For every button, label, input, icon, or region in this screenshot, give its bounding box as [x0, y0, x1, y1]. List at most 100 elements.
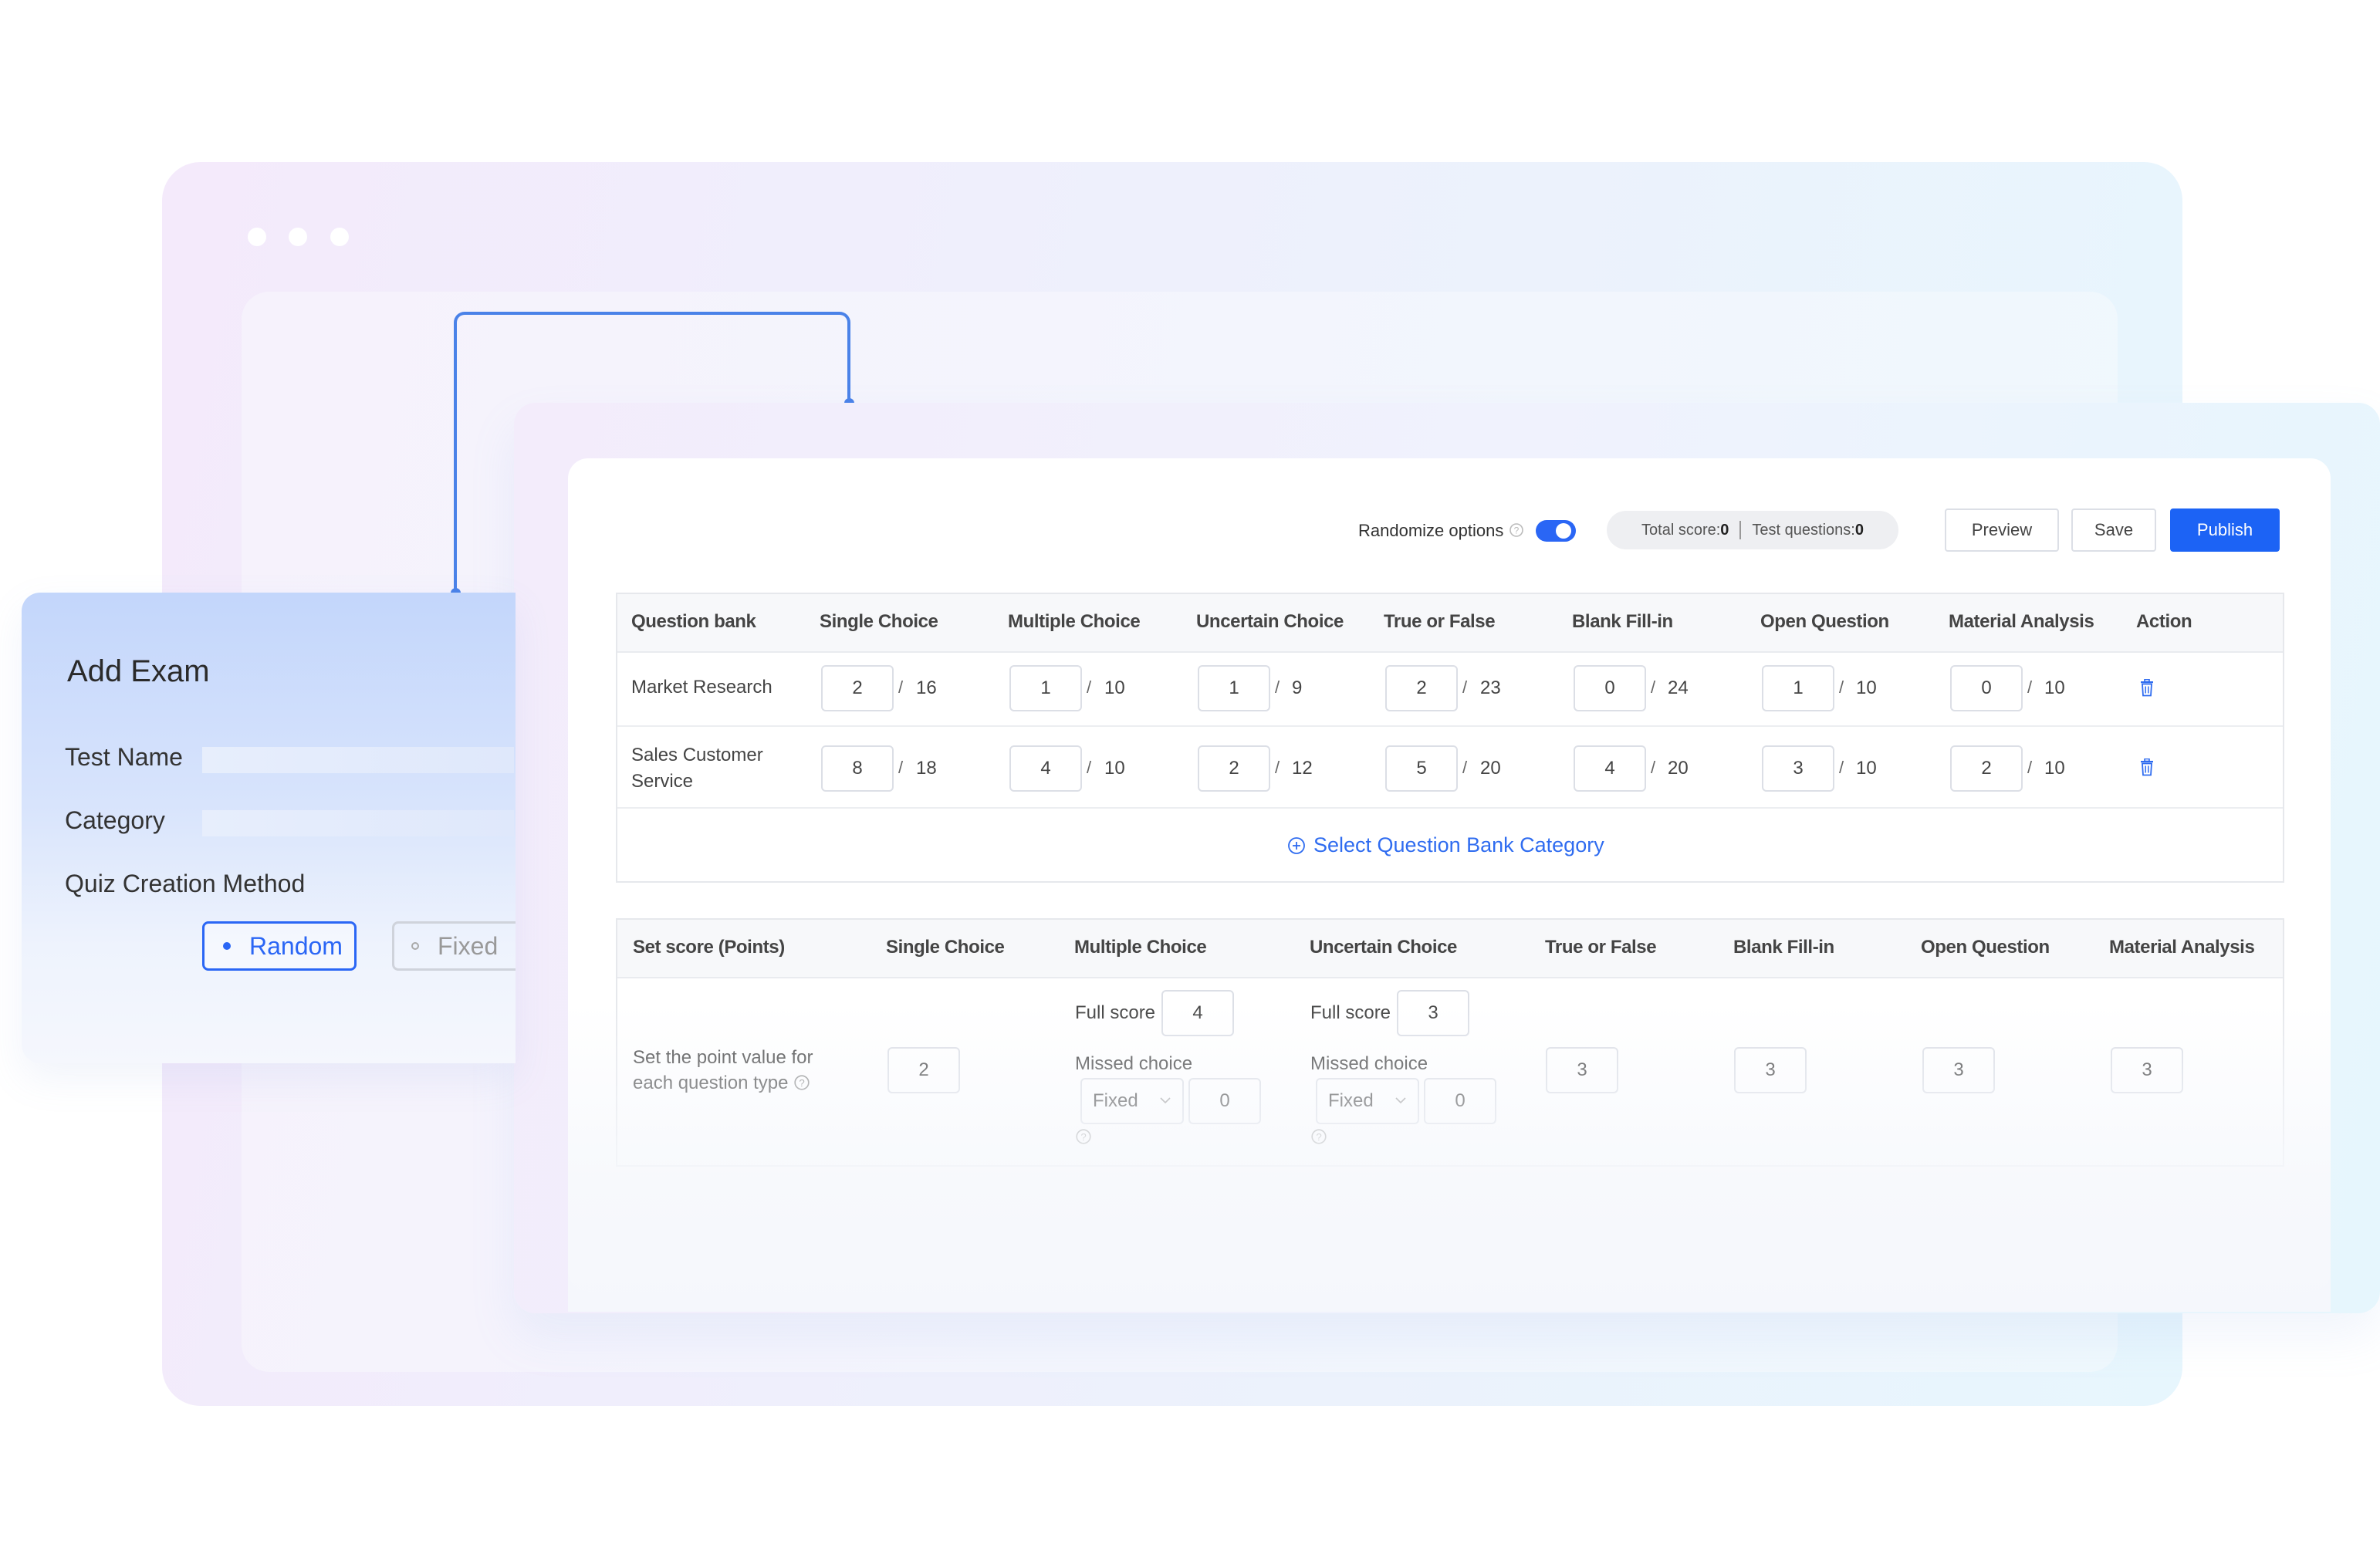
test-name-label: Test Name — [65, 743, 183, 771]
question-circle-icon[interactable]: ? — [793, 1074, 810, 1091]
full-score-input[interactable]: 4 — [1161, 990, 1234, 1036]
test-questions-label: Test questions: — [1752, 521, 1855, 539]
missed-value-input[interactable]: 0 — [1424, 1078, 1496, 1124]
count-input[interactable]: 2 — [1198, 745, 1270, 792]
test-questions-value: 0 — [1854, 521, 1864, 539]
column-header: Open Question — [1921, 937, 2050, 958]
available-count: 20 — [1480, 758, 1501, 779]
trash-icon[interactable] — [2139, 679, 2155, 698]
missed-mode-value: Fixed — [1093, 1090, 1138, 1111]
column-header: Multiple Choice — [1008, 611, 1141, 632]
slash: / — [1462, 758, 1468, 777]
score-input-material-analysis[interactable]: 3 — [2111, 1047, 2183, 1093]
score-input-open-question[interactable]: 3 — [1922, 1047, 1995, 1093]
column-header: Question bank — [631, 611, 756, 632]
question-circle-icon[interactable]: ? — [1075, 1128, 1092, 1145]
count-input[interactable]: 0 — [1574, 665, 1646, 711]
available-count: 18 — [916, 758, 937, 779]
missed-choice-label: Missed choice — [1310, 1053, 1428, 1074]
row-divider — [617, 807, 2283, 809]
toggle-knob — [1556, 523, 1571, 539]
available-count: 23 — [1480, 677, 1501, 698]
count-input[interactable]: 1 — [1762, 665, 1834, 711]
randomize-options-label: Randomize options — [1358, 521, 1504, 540]
score-input-true-false[interactable]: 3 — [1546, 1047, 1618, 1093]
column-header: Action — [2136, 611, 2192, 632]
row-divider — [617, 725, 2283, 727]
full-score-input[interactable]: 3 — [1397, 990, 1469, 1036]
missed-mode-select[interactable]: Fixed — [1316, 1078, 1419, 1124]
svg-text:?: ? — [1080, 1131, 1086, 1143]
slash: / — [1275, 758, 1280, 777]
count-input[interactable]: 5 — [1385, 745, 1458, 792]
chevron-down-icon — [1395, 1097, 1406, 1104]
count-input[interactable]: 2 — [821, 665, 894, 711]
window-dot-icon — [330, 228, 349, 246]
random-option[interactable]: Random — [202, 921, 357, 971]
fixed-option[interactable]: Fixed — [392, 921, 516, 971]
slash: / — [2027, 677, 2033, 697]
svg-text:?: ? — [1316, 1131, 1321, 1143]
trash-icon[interactable] — [2139, 758, 2155, 777]
total-score-label: Total score: — [1641, 521, 1721, 539]
column-header: Single Choice — [886, 937, 1005, 958]
quiz-method-label: Quiz Creation Method — [65, 870, 306, 897]
full-score-label: Full score — [1310, 1002, 1391, 1023]
available-count: 10 — [1856, 758, 1877, 779]
add-exam-title: Add Exam — [67, 654, 210, 688]
available-count: 9 — [1292, 677, 1303, 698]
slash: / — [898, 677, 904, 697]
missed-value-input[interactable]: 0 — [1188, 1078, 1261, 1124]
slash: / — [1462, 677, 1468, 697]
count-input[interactable]: 4 — [1009, 745, 1082, 792]
slash: / — [1275, 677, 1280, 697]
full-score-label: Full score — [1075, 1002, 1156, 1023]
category-label: Category — [65, 806, 165, 834]
column-header: Single Choice — [820, 611, 938, 632]
svg-text:?: ? — [1514, 525, 1520, 536]
count-input[interactable]: 2 — [1385, 665, 1458, 711]
slash: / — [898, 758, 904, 777]
score-row-label: Set the point value for each question ty… — [633, 1047, 813, 1093]
publish-button[interactable]: Publish — [2170, 508, 2280, 552]
available-count: 16 — [916, 677, 937, 698]
category-input[interactable] — [202, 810, 514, 836]
save-button[interactable]: Save — [2071, 508, 2156, 552]
slash: / — [1651, 677, 1656, 697]
count-input[interactable]: 2 — [1950, 745, 2023, 792]
score-input-single-choice[interactable]: 2 — [887, 1047, 960, 1093]
available-count: 10 — [2044, 758, 2065, 779]
divider — [1739, 521, 1742, 539]
count-input[interactable]: 1 — [1009, 665, 1082, 711]
chevron-down-icon — [1160, 1097, 1171, 1104]
column-header: Blank Fill-in — [1572, 611, 1673, 632]
column-header: Blank Fill-in — [1733, 937, 1834, 958]
available-count: 10 — [1856, 677, 1877, 698]
count-input[interactable]: 8 — [821, 745, 894, 792]
question-bank-name: Market Research — [631, 677, 772, 698]
count-input[interactable]: 1 — [1198, 665, 1270, 711]
slash: / — [1839, 677, 1844, 697]
count-input[interactable]: 3 — [1762, 745, 1834, 792]
plus-circle-icon — [1288, 836, 1305, 854]
available-count: 10 — [1104, 758, 1125, 779]
column-header: Uncertain Choice — [1196, 611, 1344, 632]
missed-choice-label: Missed choice — [1075, 1053, 1193, 1074]
select-category-link[interactable]: Select Question Bank Category — [1287, 833, 1604, 857]
total-score-value: 0 — [1720, 521, 1729, 539]
column-header: True or False — [1384, 611, 1496, 632]
question-circle-icon[interactable]: ? — [1509, 522, 1524, 538]
preview-button[interactable]: Preview — [1945, 508, 2059, 552]
missed-mode-select[interactable]: Fixed — [1080, 1078, 1184, 1124]
test-name-input[interactable] — [202, 747, 514, 773]
available-count: 10 — [2044, 677, 2065, 698]
score-summary-badge: Total score:0 Test questions:0 — [1607, 511, 1898, 549]
count-input[interactable]: 4 — [1574, 745, 1646, 792]
count-input[interactable]: 0 — [1950, 665, 2023, 711]
question-circle-icon[interactable]: ? — [1310, 1128, 1327, 1145]
missed-mode-value: Fixed — [1328, 1090, 1374, 1111]
available-count: 24 — [1668, 677, 1689, 698]
score-input-blank-fill[interactable]: 3 — [1734, 1047, 1807, 1093]
window-dot-icon — [289, 228, 307, 246]
column-header: Multiple Choice — [1074, 937, 1207, 958]
